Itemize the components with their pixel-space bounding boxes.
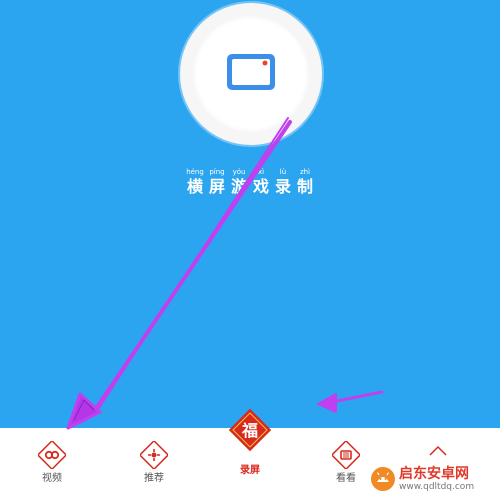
site-watermark: 启东安卓网 www.qdltdq.com [370,462,498,496]
tab-label: 看看 [336,473,356,484]
pinyin: yóu [232,168,246,176]
android-logo-icon [371,467,395,491]
title-char: héng 横 [185,168,205,197]
title-char: yóu 游 [229,168,249,197]
watermark-url: www.qdltdq.com [399,481,475,492]
video-icon [37,440,67,470]
tab-recommend[interactable]: 推荐 [124,428,184,500]
hanzi: 游 [230,177,247,196]
title-char: píng 屏 [207,168,227,197]
pinyin: lù [279,168,287,176]
watermark-title: 启东安卓网 [399,465,469,482]
pinyin: xì [257,168,265,176]
pinyin: píng [209,168,225,176]
tab-record-screen[interactable]: 福 录屏 [218,400,282,490]
record-button-inner[interactable] [193,16,309,132]
hanzi: 制 [296,177,313,196]
tab-video[interactable]: 视频 [22,428,82,500]
title-char: zhì 制 [295,168,315,197]
pinyin: héng [186,168,204,176]
watch-icon [331,440,361,470]
arrow-to-video-tab [66,117,292,430]
tab-label: 推荐 [144,473,164,484]
tab-watch[interactable]: 看看 [316,428,376,500]
pinyin: zhì [299,168,311,176]
arrow-to-record-tab [317,390,384,413]
fu-badge-icon: 福 [228,408,272,452]
title-char: lù 录 [273,168,293,197]
landscape-phone-icon [227,54,275,90]
tab-label: 录屏 [240,465,260,476]
recommend-icon [139,440,169,470]
hanzi: 屏 [208,177,225,196]
record-title: héng 横 píng 屏 yóu 游 xì 戏 lù 录 zhì 制 [185,168,315,197]
title-char: xì 戏 [251,168,271,197]
record-screen: héng 横 píng 屏 yóu 游 xì 戏 lù 录 zhì 制 视频 推… [0,0,500,500]
hanzi: 戏 [252,177,269,196]
fu-glyph: 福 [241,421,258,440]
tab-label: 视频 [42,473,62,484]
hanzi: 横 [186,177,203,196]
hanzi: 录 [274,177,291,196]
record-button[interactable] [180,3,322,145]
